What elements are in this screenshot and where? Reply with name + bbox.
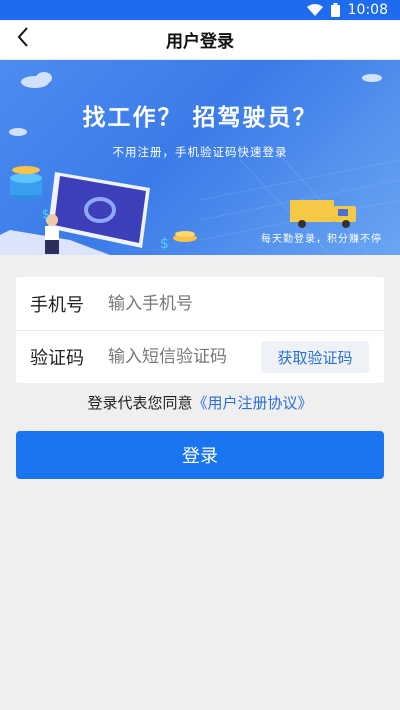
chevron-left-icon <box>16 26 30 52</box>
back-button[interactable] <box>8 24 38 54</box>
banner-headline: 找工作？ 招驾驶员？ <box>82 105 318 131</box>
phone-input[interactable] <box>108 288 358 319</box>
banner-tagline: 每天勤登录，积分赚不停 <box>261 234 382 245</box>
status-bar: 10:08 <box>0 0 400 20</box>
wifi-icon <box>306 4 323 16</box>
agreement-prefix: 登录代表您同意 <box>87 394 193 412</box>
login-button[interactable]: 登录 <box>16 431 384 479</box>
status-time: 10:08 <box>347 2 388 18</box>
svg-text:$: $ <box>160 236 169 252</box>
phone-label: 手机号 <box>30 294 84 316</box>
coins-icon <box>10 166 42 200</box>
page-title: 用户登录 <box>166 32 234 52</box>
svg-text:$: $ <box>42 207 50 221</box>
truck-icon <box>290 200 356 228</box>
user-agreement-link[interactable]: 《用户注册协议》 <box>193 394 313 412</box>
code-input[interactable] <box>108 341 268 372</box>
code-label: 验证码 <box>30 347 84 369</box>
get-code-button[interactable]: 获取验证码 <box>261 341 369 373</box>
agreement-text: 登录代表您同意《用户注册协议》 <box>0 392 400 413</box>
login-form: 手机号 验证码 获取验证码 <box>16 277 384 383</box>
code-row: 验证码 获取验证码 <box>16 330 384 383</box>
banner-subtitle: 不用注册，手机验证码快速登录 <box>112 145 288 159</box>
navigation-bar: 用户登录 <box>0 20 400 60</box>
phone-row: 手机号 <box>16 277 384 331</box>
battery-icon <box>330 3 340 17</box>
promo-banner: $ $ 找工作？ 招驾驶员？ 不用注册，手机验证码快速登录 每天勤登录，积分赚不… <box>0 60 400 255</box>
